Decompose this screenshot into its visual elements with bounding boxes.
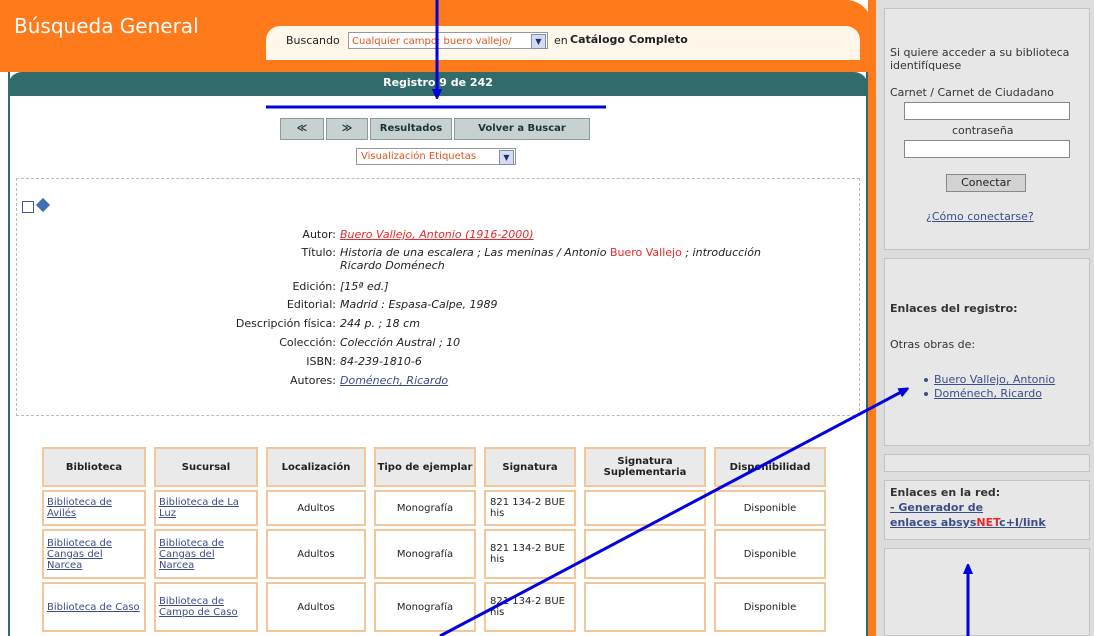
annotation-overlay: [266, 0, 1094, 636]
annotation-arrow: [439, 390, 905, 636]
